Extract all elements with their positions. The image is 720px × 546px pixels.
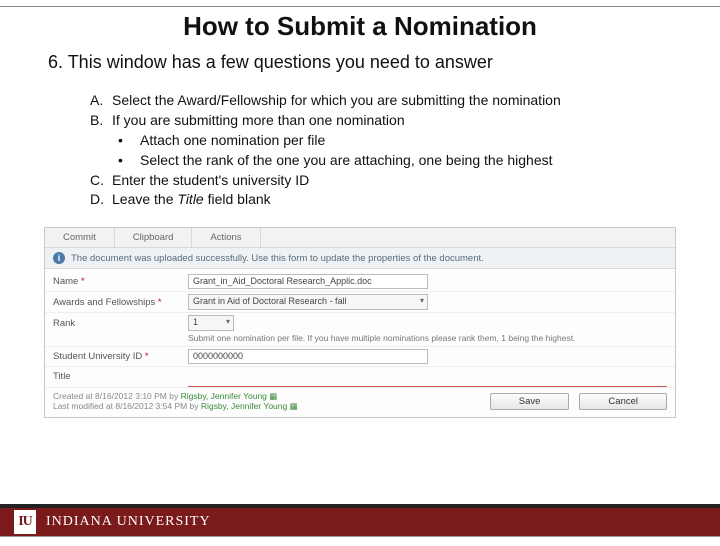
label-rank: Rank	[53, 318, 188, 329]
step-text: 6. This window has a few questions you n…	[48, 52, 720, 73]
info-banner: i The document was uploaded successfully…	[45, 248, 675, 269]
form-screenshot: Commit Clipboard Actions i The document …	[44, 227, 676, 417]
awards-select[interactable]: Grant in Aid of Doctoral Research - fall	[188, 294, 428, 310]
cancel-button[interactable]: Cancel	[579, 393, 667, 410]
save-button[interactable]: Save	[490, 393, 570, 410]
info-icon: i	[53, 252, 65, 264]
bullet-1: •	[118, 131, 140, 150]
label-student-id: Student University ID *	[53, 351, 188, 362]
label-awards: Awards and Fellowships *	[53, 297, 188, 308]
marker-b: B.	[90, 111, 112, 130]
item-b1: Attach one nomination per file	[140, 132, 325, 148]
marker-a: A.	[90, 91, 112, 110]
item-a: Select the Award/Fellowship for which yo…	[112, 92, 561, 108]
iu-name: INDIANA UNIVERSITY	[46, 514, 211, 530]
tab-clipboard[interactable]: Clipboard	[115, 228, 193, 247]
iu-logo: IU	[14, 510, 36, 534]
banner-text: The document was uploaded successfully. …	[71, 253, 484, 264]
bullet-2: •	[118, 151, 140, 170]
tab-actions[interactable]: Actions	[192, 228, 260, 247]
instruction-list: A.Select the Award/Fellowship for which …	[90, 91, 720, 209]
label-name: Name *	[53, 276, 188, 287]
marker-c: C.	[90, 171, 112, 190]
tab-commit[interactable]: Commit	[45, 228, 115, 247]
item-b2: Select the rank of the one you are attac…	[140, 152, 553, 168]
item-d: Leave the Title field blank	[112, 191, 271, 207]
item-b: If you are submitting more than one nomi…	[112, 112, 405, 128]
student-id-input[interactable]: 0000000000	[188, 349, 428, 364]
marker-d: D.	[90, 190, 112, 209]
meta-text: Created at 8/16/2012 3:10 PM by Rigsby, …	[53, 391, 298, 412]
page-title: How to Submit a Nomination	[0, 11, 720, 42]
rank-select[interactable]: 1	[188, 315, 234, 331]
rank-hint: Submit one nomination per file. If you h…	[180, 333, 675, 345]
name-input[interactable]: Grant_in_Aid_Doctoral Research_Applic.do…	[188, 274, 428, 289]
ribbon-tabs: Commit Clipboard Actions	[45, 228, 675, 248]
item-c: Enter the student's university ID	[112, 172, 309, 188]
label-title: Title	[53, 371, 188, 382]
